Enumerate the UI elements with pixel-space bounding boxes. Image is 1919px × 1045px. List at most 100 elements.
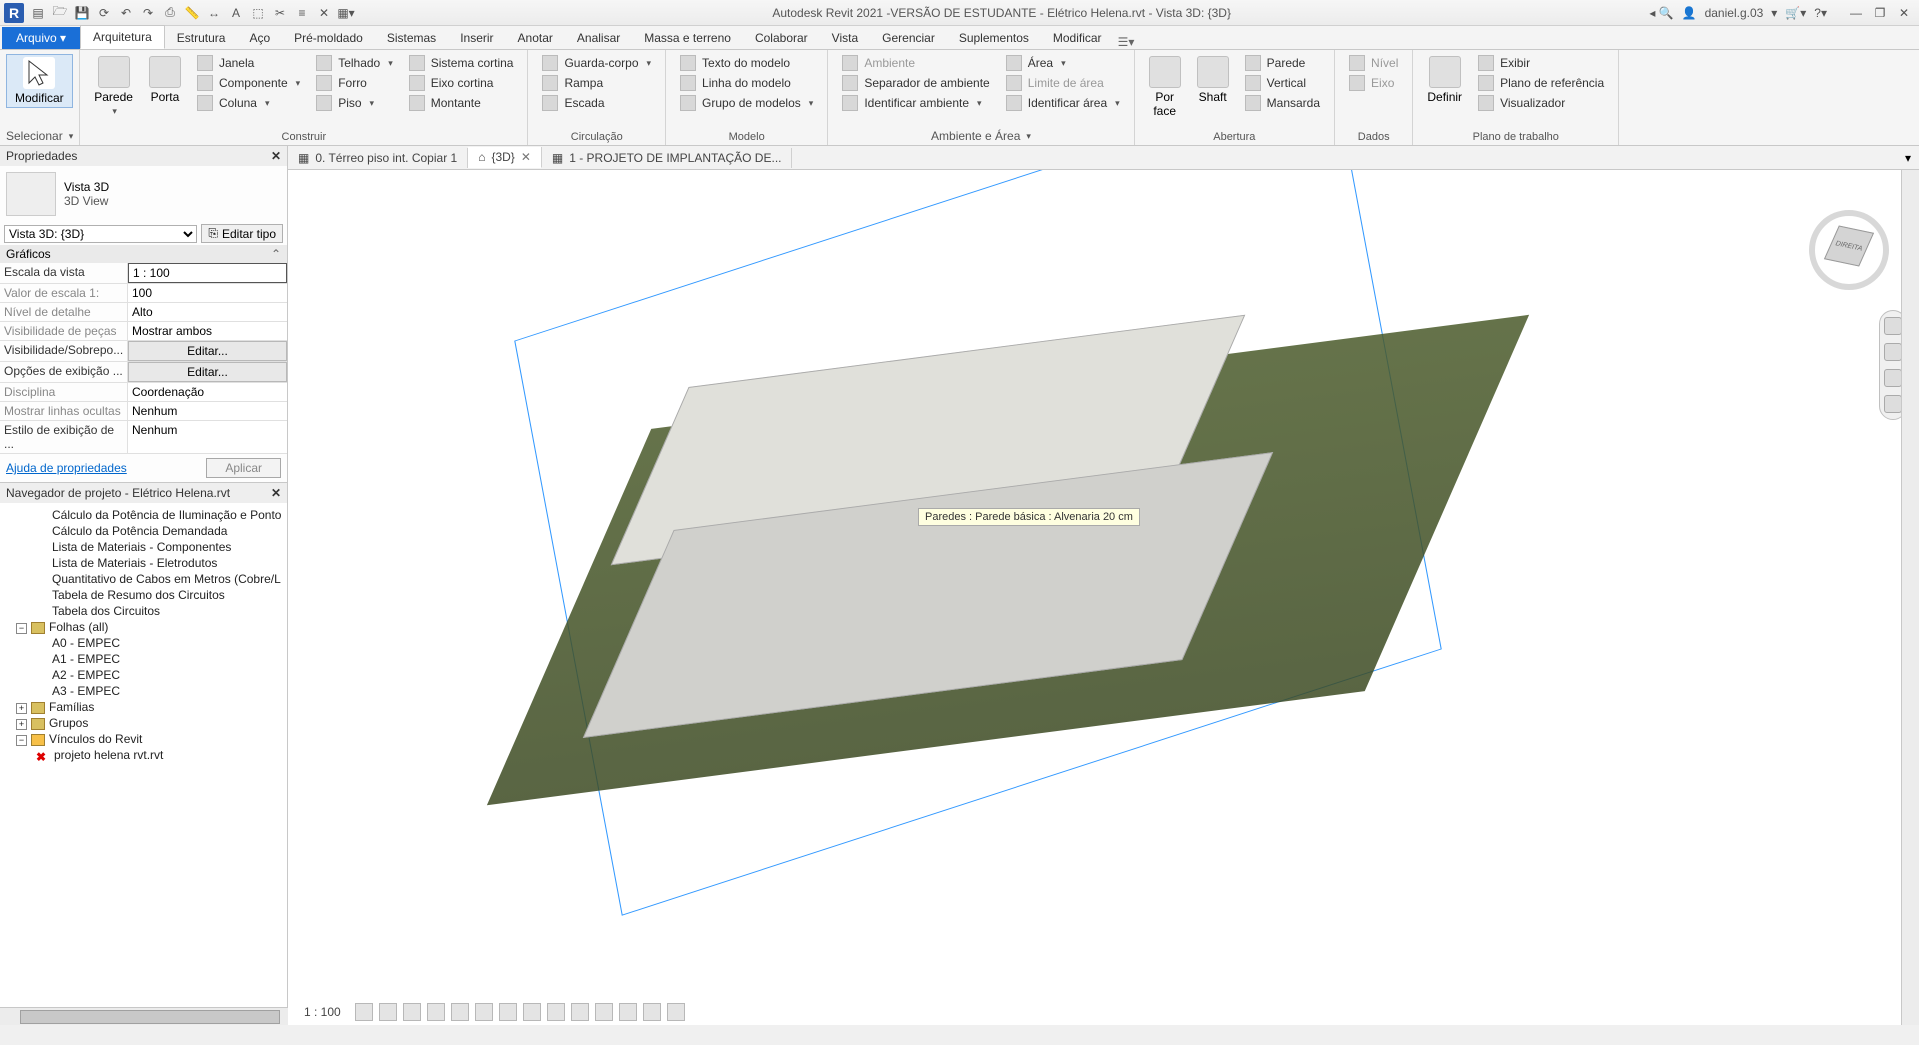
tree-node-sheet[interactable]: A0 - EMPEC (4, 635, 283, 651)
file-tab[interactable]: Arquivo ▾ (2, 27, 80, 49)
qat-text-icon[interactable]: A (228, 5, 244, 21)
qat-undo-icon[interactable]: ↶ (118, 5, 134, 21)
stair-button[interactable]: Escada (540, 94, 653, 112)
qat-section-icon[interactable]: ✂ (272, 5, 288, 21)
mullion-button[interactable]: Montante (407, 94, 516, 112)
wall-button[interactable]: Parede▾ (86, 54, 141, 119)
ramp-button[interactable]: Rampa (540, 74, 653, 92)
tab-colaborar[interactable]: Colaborar (743, 27, 820, 49)
railing-button[interactable]: Guarda-corpo▾ (540, 54, 653, 72)
category-header[interactable]: Gráficos ⌃ (0, 245, 287, 263)
model-text-button[interactable]: Texto do modelo (678, 54, 815, 72)
qat-dim-icon[interactable]: ↔ (206, 5, 222, 21)
edit-type-button[interactable]: ⎘Editar tipo (201, 224, 283, 243)
view-cube[interactable]: DIREITA (1809, 210, 1889, 290)
view-tab[interactable]: ▦1 - PROJETO DE IMPLANTAÇÃO DE... (542, 148, 793, 168)
tree-node-schedule[interactable]: Cálculo da Potência Demandada (4, 523, 283, 539)
ribbon-expand-icon[interactable]: ☰▾ (1118, 35, 1135, 49)
component-button[interactable]: Componente▾ (195, 74, 302, 92)
room-separator-button[interactable]: Separador de ambiente (840, 74, 991, 92)
tree-node-schedule[interactable]: Tabela de Resumo dos Circuitos (4, 587, 283, 603)
tree-node-families[interactable]: +Famílias (4, 699, 283, 715)
vc-render-icon[interactable] (451, 1003, 469, 1021)
tab-modificar[interactable]: Modificar (1041, 27, 1114, 49)
property-value[interactable]: 100 (128, 284, 287, 302)
tree-node-groups[interactable]: +Grupos (4, 715, 283, 731)
tab-massa[interactable]: Massa e terreno (632, 27, 743, 49)
tab-arquitetura[interactable]: Arquitetura (80, 25, 165, 49)
vc-temp-hide-icon[interactable] (547, 1003, 565, 1021)
curtain-system-button[interactable]: Sistema cortina (407, 54, 516, 72)
column-button[interactable]: Coluna▾ (195, 94, 302, 112)
tree-node-schedule[interactable]: Cálculo da Potência de Iluminação e Pont… (4, 507, 283, 523)
tree-node-sheet[interactable]: A3 - EMPEC (4, 683, 283, 699)
restore-button[interactable]: ❐ (1869, 4, 1891, 22)
properties-close-button[interactable]: ✕ (271, 149, 281, 163)
drawing-canvas[interactable]: Paredes : Parede básica : Alvenaria 20 c… (288, 170, 1919, 1025)
vc-highlight-icon[interactable] (619, 1003, 637, 1021)
view-tab-close[interactable]: ✕ (521, 150, 531, 164)
tab-estrutura[interactable]: Estrutura (165, 27, 238, 49)
viewer-button[interactable]: Visualizador (1476, 94, 1606, 112)
model-group-button[interactable]: Grupo de modelos▾ (678, 94, 815, 112)
show-workplane-button[interactable]: Exibir (1476, 54, 1606, 72)
vertical-opening-button[interactable]: Vertical (1243, 74, 1322, 92)
vc-unlock-icon[interactable] (523, 1003, 541, 1021)
tab-premoldado[interactable]: Pré-moldado (282, 27, 375, 49)
qat-thin-icon[interactable]: ≡ (294, 5, 310, 21)
tab-vista[interactable]: Vista (820, 27, 870, 49)
qat-open2-icon[interactable]: 🗁 (52, 5, 68, 21)
qat-close-icon[interactable]: ✕ (316, 5, 332, 21)
qat-open-icon[interactable]: ▤ (30, 5, 46, 21)
tree-node-sheets[interactable]: −Folhas (all) (4, 619, 283, 635)
view-tab[interactable]: ▦0. Térreo piso int. Copiar 1 (288, 148, 468, 168)
qat-redo-icon[interactable]: ↷ (140, 5, 156, 21)
modify-button[interactable]: Modificar (6, 54, 73, 108)
tab-aco[interactable]: Aço (237, 27, 282, 49)
qat-measure-icon[interactable]: 📏 (184, 5, 200, 21)
tab-gerenciar[interactable]: Gerenciar (870, 27, 947, 49)
tree-node-schedule[interactable]: Lista de Materiais - Eletrodutos (4, 555, 283, 571)
property-value[interactable]: Alto (128, 303, 287, 321)
vc-shadow-icon[interactable] (427, 1003, 445, 1021)
vc-cropvis-icon[interactable] (499, 1003, 517, 1021)
tree-node-schedule[interactable]: Lista de Materiais - Componentes (4, 539, 283, 555)
vc-worksharing-icon[interactable] (667, 1003, 685, 1021)
tag-room-button[interactable]: Identificar ambiente▾ (840, 94, 991, 112)
tree-node-schedule[interactable]: Tabela dos Circuitos (4, 603, 283, 619)
tree-node-links[interactable]: −Vínculos do Revit (4, 731, 283, 747)
user-label[interactable]: daniel.g.03 (1705, 6, 1764, 20)
view-tabs-overflow[interactable]: ▾ (1897, 151, 1919, 165)
cart-icon[interactable]: 🛒▾ (1785, 6, 1806, 20)
property-value[interactable]: Mostrar ambos (128, 322, 287, 340)
tree-node-schedule[interactable]: Quantitativo de Cabos em Metros (Cobre/L (4, 571, 283, 587)
qat-3d-icon[interactable]: ⬚ (250, 5, 266, 21)
tree-node-linkfile[interactable]: ✖projeto helena rvt.rvt (4, 747, 283, 763)
tree-node-sheet[interactable]: A1 - EMPEC (4, 651, 283, 667)
property-value[interactable]: Nenhum (128, 421, 287, 453)
apply-button[interactable]: Aplicar (206, 458, 281, 478)
user-icon[interactable]: 👤 (1682, 6, 1697, 20)
property-value[interactable]: 1 : 100 (128, 263, 287, 283)
nav-pan-icon[interactable] (1884, 343, 1902, 361)
byface-button[interactable]: Por face (1141, 54, 1189, 120)
properties-help-link[interactable]: Ajuda de propriedades (6, 461, 127, 475)
nav-wheel-icon[interactable] (1884, 317, 1902, 335)
floor-button[interactable]: Piso▾ (314, 94, 395, 112)
project-browser[interactable]: Cálculo da Potência de Iluminação e Pont… (0, 503, 287, 1025)
instance-selector[interactable]: Vista 3D: {3D} (4, 225, 197, 243)
browser-hscroll-thumb[interactable] (20, 1010, 280, 1024)
tab-inserir[interactable]: Inserir (448, 27, 505, 49)
tab-analisar[interactable]: Analisar (565, 27, 632, 49)
help-icon[interactable]: ?▾ (1814, 6, 1827, 20)
revit-logo-icon[interactable]: R (4, 3, 24, 23)
vc-visual-style-icon[interactable] (379, 1003, 397, 1021)
tab-sistemas[interactable]: Sistemas (375, 27, 448, 49)
door-button[interactable]: Porta (141, 54, 189, 106)
tab-anotar[interactable]: Anotar (506, 27, 565, 49)
nav-orbit-icon[interactable] (1884, 395, 1902, 413)
browser-close-button[interactable]: ✕ (271, 486, 281, 500)
area-button[interactable]: Área▾ (1004, 54, 1122, 72)
dormer-button[interactable]: Mansarda (1243, 94, 1322, 112)
curtain-grid-button[interactable]: Eixo cortina (407, 74, 516, 92)
